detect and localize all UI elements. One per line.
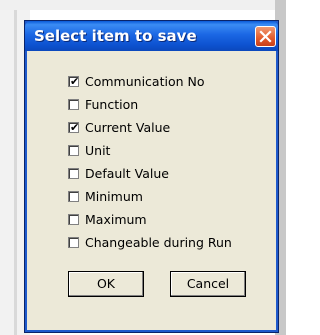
item-label: Default Value [85,166,169,181]
checkbox-unit[interactable] [68,145,79,156]
dialog-titlebar[interactable]: Select item to save [25,21,278,51]
checkbox-current-value[interactable]: ✔ [68,122,79,133]
checkbox-changeable-during-run[interactable] [68,237,79,248]
save-items-dialog: Select item to save ✔ Communication No F… [24,20,279,333]
checkbox-minimum[interactable] [68,191,79,202]
close-icon [259,30,272,43]
close-button[interactable] [255,26,276,47]
checkbox-function[interactable] [68,99,79,110]
background-divider [14,0,17,335]
item-label: Current Value [85,120,171,135]
item-label: Function [85,97,139,112]
check-icon: ✔ [70,121,80,134]
ok-button[interactable]: OK [68,271,144,297]
checkbox-communication-no[interactable]: ✔ [68,76,79,87]
cancel-button[interactable]: Cancel [170,271,246,297]
item-label: Maximum [85,212,147,227]
item-label: Communication No [85,74,205,89]
item-label: Changeable during Run [85,235,232,250]
dialog-title: Select item to save [34,27,197,45]
background-top [0,0,286,10]
checkbox-maximum[interactable] [68,214,79,225]
check-icon: ✔ [70,75,80,88]
checkbox-default-value[interactable] [68,168,79,179]
item-label: Unit [85,143,111,158]
item-label: Minimum [85,189,143,204]
